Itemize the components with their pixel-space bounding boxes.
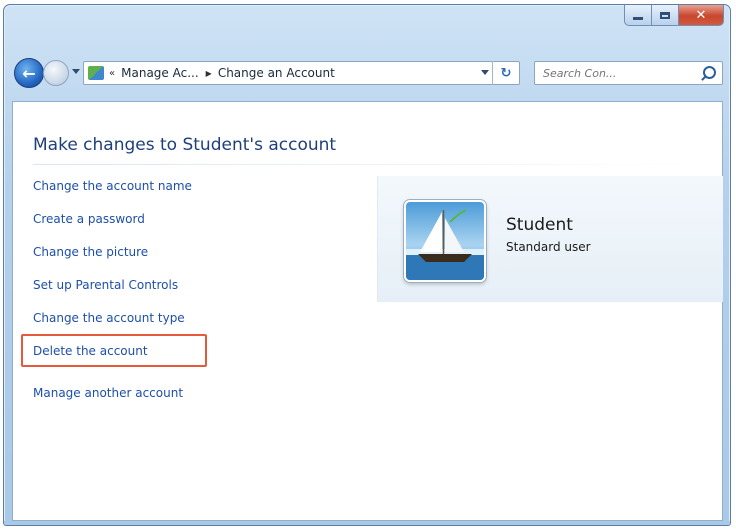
user-picture[interactable] [404, 200, 486, 282]
window: ✕ ← « Manage Ac... ▶ Change an Account ↻… [3, 4, 731, 526]
close-icon: ✕ [695, 7, 707, 23]
search-input[interactable] [543, 66, 693, 80]
breadcrumb-change-an-account[interactable]: Change an Account [218, 66, 335, 80]
address-overflow-chevron[interactable]: « [109, 68, 115, 79]
minimize-button[interactable] [624, 5, 652, 26]
refresh-button[interactable]: ↻ [492, 61, 519, 85]
close-button[interactable]: ✕ [679, 5, 724, 26]
refresh-icon: ↻ [500, 65, 512, 81]
link-create-password[interactable]: Create a password [33, 212, 145, 226]
content-pane: Make changes to Student's account Change… [12, 101, 723, 521]
minimize-icon [633, 16, 643, 20]
forward-button[interactable] [43, 60, 69, 86]
back-button[interactable]: ← [14, 58, 44, 88]
maximize-button[interactable] [652, 5, 679, 26]
control-panel-icon [88, 66, 104, 80]
sailboat-picture-icon [406, 209, 484, 280]
address-dropdown-icon[interactable] [481, 70, 489, 75]
maximize-icon [660, 11, 670, 19]
link-change-account-type[interactable]: Change the account type [33, 311, 185, 325]
address-bar[interactable]: « Manage Ac... ▶ Change an Account ↻ [83, 61, 520, 85]
back-arrow-icon: ← [22, 63, 36, 83]
link-parental-controls[interactable]: Set up Parental Controls [33, 278, 178, 292]
link-change-picture[interactable]: Change the picture [33, 245, 148, 259]
link-change-account-name[interactable]: Change the account name [33, 179, 192, 193]
breadcrumb-manage-accounts[interactable]: Manage Ac... [121, 66, 199, 80]
search-box[interactable] [534, 61, 723, 85]
page-title: Make changes to Student's account [33, 135, 337, 155]
user-account-card: Student Standard user [377, 176, 723, 302]
title-divider [33, 164, 691, 165]
user-account-type: Standard user [506, 240, 591, 254]
search-icon[interactable] [703, 66, 716, 79]
caption-buttons: ✕ [624, 5, 724, 27]
window-bottom-edge [4, 521, 730, 525]
breadcrumb-separator-icon[interactable]: ▶ [206, 69, 212, 78]
user-name: Student [506, 215, 573, 235]
link-manage-another-account[interactable]: Manage another account [33, 386, 183, 400]
highlight-box-delete-account [21, 334, 207, 367]
navigation-bar: ← « Manage Ac... ▶ Change an Account ↻ [14, 58, 723, 88]
recent-pages-dropdown-icon[interactable] [72, 69, 80, 74]
